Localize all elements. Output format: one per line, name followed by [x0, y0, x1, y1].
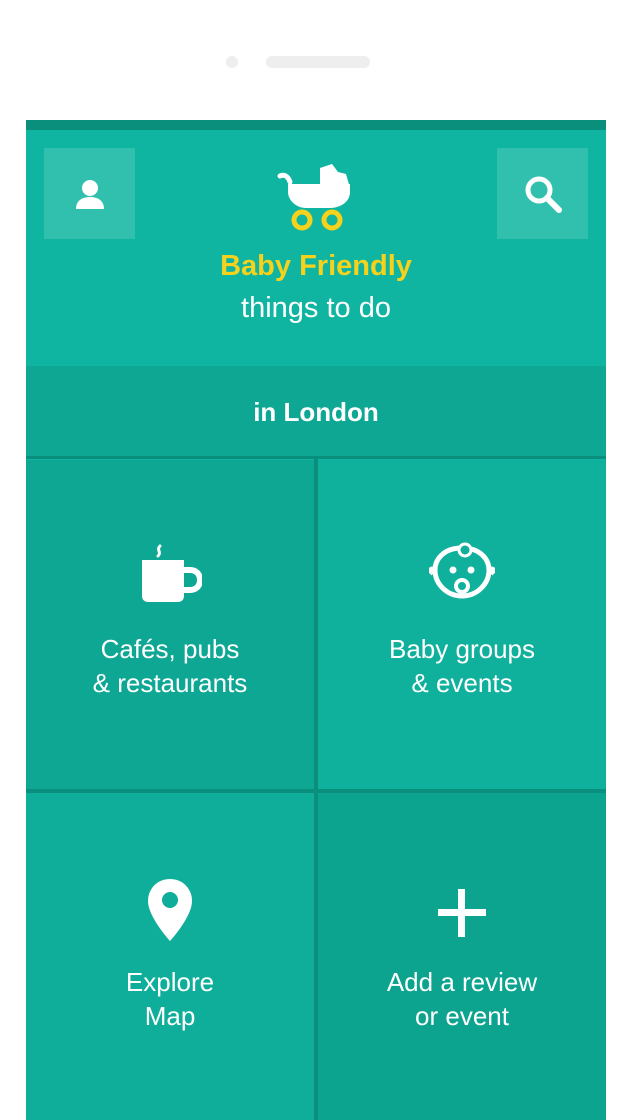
grid-divider-horizontal	[26, 789, 606, 793]
location-selector[interactable]: in London	[26, 366, 606, 458]
pram-icon	[277, 164, 350, 231]
tile-baby-groups-events[interactable]: Baby groups & events	[318, 460, 606, 789]
tile-label-line1: Cafés, pubs	[100, 634, 240, 664]
camera-dot	[226, 56, 238, 68]
plus-icon	[438, 889, 486, 937]
tile-cafes-pubs-restaurants[interactable]: Cafés, pubs & restaurants	[26, 460, 314, 789]
tile-label-line2: & restaurants	[92, 668, 248, 698]
brand-subtitle: things to do	[241, 292, 391, 324]
coffee-cup-icon	[142, 544, 202, 602]
profile-button[interactable]	[44, 148, 135, 239]
brand-title: Baby Friendly	[220, 250, 412, 282]
tile-label-line2: Map	[144, 1001, 196, 1031]
tile-explore-map[interactable]: Explore Map	[26, 793, 314, 1120]
tile-add-review-event[interactable]: Add a review or event	[318, 793, 606, 1120]
user-icon	[75, 179, 104, 209]
status-bar	[26, 120, 606, 130]
tile-label-line2: & events	[411, 668, 513, 698]
search-icon	[525, 176, 562, 213]
map-pin-icon	[148, 879, 192, 941]
device-frame-top	[0, 0, 632, 120]
location-label: in London	[253, 396, 379, 427]
search-button[interactable]	[497, 148, 588, 239]
baby-face-icon	[429, 542, 495, 599]
tile-label-line1: Explore	[125, 967, 215, 997]
tile-label-line1: Add a review	[386, 967, 538, 997]
app-header: Baby Friendly things to do	[26, 130, 606, 366]
speaker-grille	[266, 56, 370, 68]
tile-label-line1: Baby groups	[389, 634, 535, 664]
app-screen: Baby Friendly things to do in London Caf…	[26, 120, 606, 1120]
tile-label-line2: or event	[415, 1001, 509, 1031]
